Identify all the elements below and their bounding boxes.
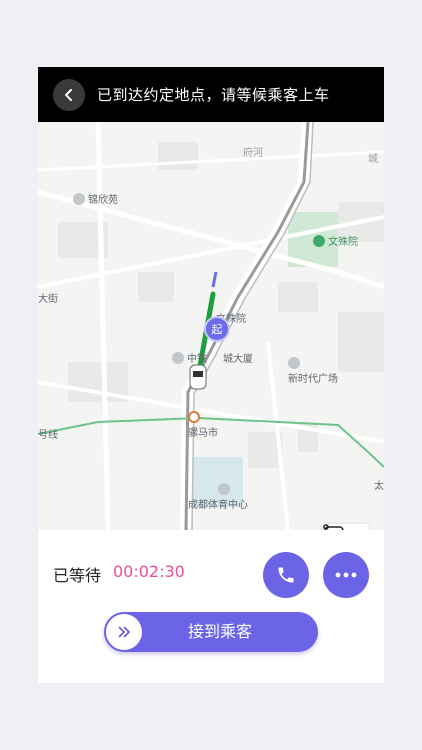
poi-icon — [172, 352, 184, 364]
map-label-zhongtie: 中铁 — [172, 350, 207, 365]
phone-icon — [278, 567, 294, 583]
chevron-left-icon — [65, 88, 72, 101]
map-label-line: 号线 — [38, 430, 58, 441]
map-label-fuhe: 府河 — [243, 148, 263, 159]
map-view[interactable]: 府河 城 锦欣苑 文殊院 大街 文殊院 中铁 城大厦 新时代广场 号线 骡马市 … — [38, 122, 384, 530]
map-label-tiyuzhongxin: 成都体育中心 — [188, 483, 248, 511]
call-button[interactable] — [263, 552, 309, 598]
metro-station-icon — [188, 411, 200, 423]
poi-icon — [288, 357, 300, 369]
wait-label: 已等待 — [53, 566, 102, 585]
map-label-xinshidai: 新时代广场 — [288, 357, 338, 385]
pickup-slider-button[interactable]: 接到乘客 — [104, 612, 318, 652]
map-label-chengdasha: 城大厦 — [223, 354, 253, 365]
map-label-luomashi: 骡马市 — [188, 411, 218, 439]
bottom-panel: 已等待 00:02:30 接到乘客 — [38, 530, 384, 683]
start-marker: 起 — [204, 316, 230, 342]
park-icon — [313, 235, 325, 247]
app-screen: 已到达约定地点，请等候乘客上车 府河 城 锦欣苑 文殊院 大街 文殊院 中铁 城… — [38, 67, 384, 683]
map-label-dajie: 大街 — [38, 294, 58, 305]
more-button[interactable] — [323, 552, 369, 598]
poi-icon — [218, 483, 230, 495]
pickup-label: 接到乘客 — [187, 622, 252, 641]
wait-timer: 00:02:30 — [113, 562, 185, 581]
map-label-cheng: 城 — [368, 154, 378, 165]
map-label-jinxinyuan: 锦欣苑 — [73, 191, 118, 206]
page-title: 已到达约定地点，请等候乘客上车 — [97, 86, 330, 104]
map-label-wenshuyuan-park: 文殊院 — [313, 233, 358, 248]
map-label-tai: 太 — [374, 481, 384, 492]
top-bar: 已到达约定地点，请等候乘客上车 — [38, 67, 384, 122]
poi-icon — [73, 193, 85, 205]
back-button[interactable] — [53, 78, 85, 111]
more-icon — [335, 572, 357, 578]
